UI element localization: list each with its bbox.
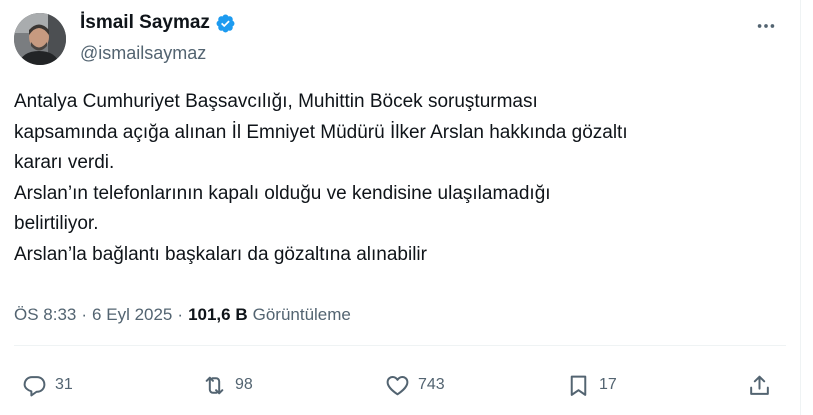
like-button[interactable]: 743 [385, 370, 445, 400]
more-horizontal-icon [757, 24, 775, 28]
tweet-text-line: Antalya Cumhuriyet Başsavcılığı, Muhitti… [14, 91, 538, 112]
tweet-time[interactable]: ÖS 8:33 [14, 305, 76, 325]
tweet-card[interactable]: İsmail Saymaz @ismailsaymaz Antalya Cumh… [0, 0, 801, 415]
like-count: 743 [418, 376, 445, 393]
divider [14, 345, 786, 346]
tweet-text: Antalya Cumhuriyet Başsavcılığı, Muhitti… [14, 87, 784, 270]
reply-icon [23, 375, 46, 396]
display-name[interactable]: İsmail Saymaz [80, 12, 210, 34]
tweet-text-line: belirtiliyor. [14, 213, 99, 234]
tweet-text-line: Arslan’la bağlantı başkaları da gözaltın… [14, 243, 427, 265]
tweet-text-line: Arslan’ın telefonlarının kapalı olduğu v… [14, 182, 551, 204]
tweet-text-line: kararı verdi. [14, 152, 115, 173]
reply-count: 31 [55, 376, 73, 393]
bookmark-count: 17 [599, 376, 617, 393]
more-options-button[interactable] [754, 14, 778, 38]
tweet-text-line: kapsamında açığa alınan İl Emniyet Müdür… [14, 121, 628, 143]
share-button[interactable] [747, 370, 772, 400]
meta-separator: · [177, 305, 184, 324]
action-bar: 31 98 743 17 [0, 370, 801, 400]
repost-button[interactable]: 98 [202, 370, 253, 400]
avatar-image [14, 13, 66, 65]
share-icon [750, 375, 769, 395]
bookmark-button[interactable]: 17 [566, 370, 617, 400]
repost-icon [205, 376, 224, 394]
view-count: 101,6 B [188, 305, 248, 324]
heart-icon [386, 375, 409, 395]
view-count-label: Görüntüleme [252, 305, 351, 324]
verified-badge-icon [216, 14, 235, 32]
avatar[interactable] [14, 13, 66, 65]
author-handle[interactable]: @ismailsaymaz [80, 43, 206, 64]
author-name-row[interactable]: İsmail Saymaz [80, 12, 236, 34]
bookmark-icon [570, 375, 587, 396]
tweet-date[interactable]: 6 Eyl 2025 [92, 305, 172, 325]
repost-count: 98 [235, 376, 253, 393]
tweet-meta: ÖS 8:33 · 6 Eyl 2025 · 101,6 B Görüntüle… [14, 305, 351, 325]
meta-separator: · [81, 305, 88, 324]
reply-button[interactable]: 31 [22, 370, 73, 400]
